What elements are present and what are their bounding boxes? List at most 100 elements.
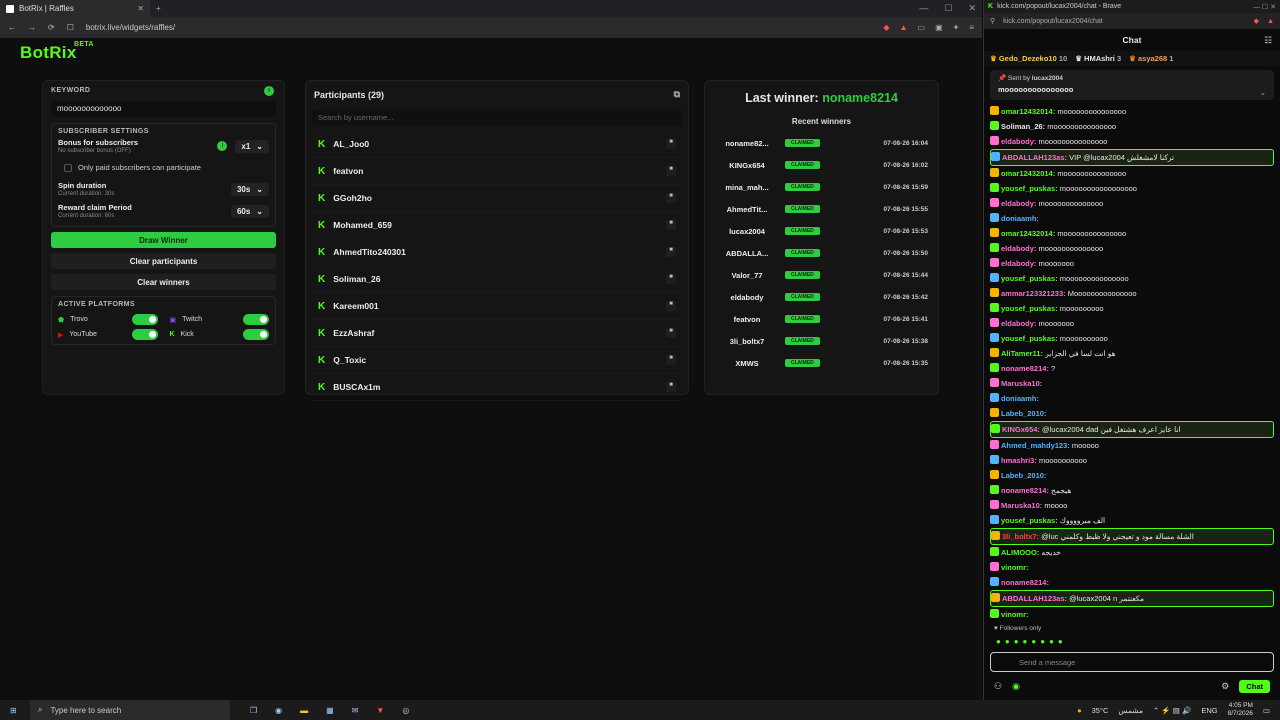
chat-message[interactable]: ABDALLAH123as: VIP @lucax2004 تركنا لامش… xyxy=(990,149,1274,166)
trash-icon[interactable]: ■ xyxy=(666,247,676,257)
chat-username[interactable]: ABDALLAH123as: xyxy=(1002,153,1067,162)
trash-icon[interactable]: ■ xyxy=(666,139,676,149)
chat-message[interactable]: eldabody: moooooooooooooo xyxy=(990,196,1274,211)
chat-message[interactable]: noname8214: ? xyxy=(990,361,1274,376)
draw-winner-button[interactable]: Draw Winner xyxy=(51,232,276,248)
mail-icon[interactable]: ✉ xyxy=(352,706,359,715)
task-view-icon[interactable]: ❐ xyxy=(250,706,257,715)
chat-message[interactable]: yousef_puskas: الف مبرووووك xyxy=(990,513,1274,528)
kick-toggle[interactable] xyxy=(243,329,269,340)
chat-message[interactable]: eldabody: mooooooooooooooo xyxy=(990,134,1274,149)
chat-username[interactable]: AliTamer11: xyxy=(1001,349,1043,358)
wallet-icon[interactable]: ▣ xyxy=(935,23,943,32)
brave-shield-icon[interactable]: ◆ xyxy=(883,23,889,32)
chat-message[interactable]: hmashri3: moooooooooo xyxy=(990,453,1274,468)
chat-message[interactable]: Maruska10: moooo xyxy=(990,498,1274,513)
chat-username[interactable]: vinomr: xyxy=(1001,563,1029,572)
chat-username[interactable]: omar12432014: xyxy=(1001,107,1055,116)
chat-username[interactable]: Labeb_2010: xyxy=(1001,471,1046,480)
bonus-info-icon[interactable]: i xyxy=(217,141,228,151)
users-icon[interactable]: ☷ xyxy=(1264,35,1272,46)
chat-username[interactable]: doniaamh: xyxy=(1001,394,1039,403)
chat-message[interactable]: Soliman_26: mooooooooooooooo xyxy=(990,119,1274,134)
points-icon[interactable]: ⚇ xyxy=(994,681,1002,692)
reload-icon[interactable]: ⟳ xyxy=(48,23,55,32)
minimize-icon[interactable]: — xyxy=(919,3,928,14)
forward-icon[interactable]: → xyxy=(28,23,36,32)
gifter-2[interactable]: ♛ HMAshri 3 xyxy=(1075,54,1121,63)
chat-username[interactable]: yousef_puskas: xyxy=(1001,184,1058,193)
weather-icon[interactable]: ● xyxy=(1077,706,1082,715)
chat-username[interactable]: eldabody: xyxy=(1001,259,1036,268)
chat-username[interactable]: eldabody: xyxy=(1001,137,1036,146)
sidebar-icon[interactable]: ▭ xyxy=(918,23,926,32)
chat-message[interactable]: omar12432014: mooooooooooooooo xyxy=(990,104,1274,119)
reward-select[interactable]: 60s ⌄ xyxy=(230,204,269,218)
chat-message[interactable]: Labeb_2010: xyxy=(990,406,1274,421)
chat-username[interactable]: ABDALLAH123as: xyxy=(1002,594,1067,603)
tab-botrix-raffles[interactable]: BotRix | Raffles ✕ xyxy=(0,0,150,17)
chat-username[interactable]: doniaamh: xyxy=(1001,214,1039,223)
brave-icon[interactable]: ▼ xyxy=(376,706,384,715)
chat-username[interactable]: eldabody: xyxy=(1001,319,1036,328)
chat-message[interactable]: Maruska10: xyxy=(990,376,1274,391)
chat-message[interactable]: ammar123321233: Mooooooooooooooo xyxy=(990,286,1274,301)
chat-message[interactable]: yousef_puskas: moooooooooo xyxy=(990,331,1274,346)
emote-icon[interactable]: ● xyxy=(1040,637,1045,646)
chat-message[interactable]: Ahmed_mahdy123: mooooo xyxy=(990,438,1274,453)
trash-icon[interactable]: ■ xyxy=(666,220,676,230)
chat-message[interactable]: 3li_boltx7: @luc الشلة مسالة مود و تعيجن… xyxy=(990,528,1274,545)
file-explorer-icon[interactable]: ▬ xyxy=(300,706,308,715)
chat-username[interactable]: hmashri3: xyxy=(1001,456,1037,465)
chat-message[interactable]: vinomr: xyxy=(990,560,1274,575)
chat-message[interactable]: ALIMOOO: خديجه xyxy=(990,545,1274,560)
info-icon[interactable]: i xyxy=(264,86,274,96)
chat-window-controls[interactable]: — ☐ ✕ xyxy=(1253,3,1276,11)
chat-message[interactable]: eldabody: mooooooo xyxy=(990,316,1274,331)
clock[interactable]: 4:05 PM 8/7/2026 xyxy=(1228,702,1253,718)
new-tab-icon[interactable]: + xyxy=(156,4,161,13)
store-icon[interactable]: ▦ xyxy=(326,706,334,715)
chat-username[interactable]: vinomr: xyxy=(1001,610,1029,619)
chat-message[interactable]: doniaamh: xyxy=(990,391,1274,406)
chat-username[interactable]: Labeb_2010: xyxy=(1001,409,1046,418)
chat-username[interactable]: noname8214: xyxy=(1001,364,1049,373)
chat-message[interactable]: doniaamh: xyxy=(990,211,1274,226)
emote-icon[interactable]: ● xyxy=(1023,637,1028,646)
chat-username[interactable]: ammar123321233: xyxy=(1001,289,1066,298)
botrix-logo[interactable]: BotRix BETA xyxy=(20,41,93,63)
chat-username[interactable]: Maruska10: xyxy=(1001,379,1042,388)
chat-url[interactable]: kick.com/popout/lucax2004/chat xyxy=(1003,18,1103,25)
chat-message[interactable]: yousef_puskas: mooooooooo xyxy=(990,301,1274,316)
chat-message[interactable]: yousef_puskas: mooooooooooooooo xyxy=(990,271,1274,286)
chat-message[interactable]: omar12432014: mooooooooooooooo xyxy=(990,166,1274,181)
language-indicator[interactable]: ENG xyxy=(1201,706,1217,715)
emote-icon[interactable]: ● xyxy=(1014,637,1019,646)
copy-icon[interactable]: ⧉ xyxy=(674,89,680,100)
chat-message[interactable]: AliTamer11: هو انت لسا في الجزاير xyxy=(990,346,1274,361)
notifications-icon[interactable]: ▭ xyxy=(1263,706,1270,715)
chat-message[interactable]: omar12432014: mooooooooooooooo xyxy=(990,226,1274,241)
emote-icon[interactable]: ● xyxy=(1049,637,1054,646)
chat-message[interactable]: noname8214: هيجمج xyxy=(990,483,1274,498)
participant-search-input[interactable]: Search by username... xyxy=(312,109,682,125)
chat-username[interactable]: eldabody: xyxy=(1001,199,1036,208)
youtube-toggle[interactable] xyxy=(131,329,158,340)
chat-username[interactable]: omar12432014: xyxy=(1001,169,1055,178)
edge-icon[interactable]: ◉ xyxy=(275,706,282,715)
trash-icon[interactable]: ■ xyxy=(666,328,676,338)
extensions-icon[interactable]: ✦ xyxy=(953,23,960,32)
send-chat-button[interactable]: Chat xyxy=(1239,680,1270,693)
chat-message[interactable]: yousef_puskas: mooooooooooooooooo xyxy=(990,181,1274,196)
rewards-icon[interactable]: ▲ xyxy=(900,23,908,32)
close-window-icon[interactable]: ✕ xyxy=(968,3,976,14)
clear-participants-button[interactable]: Clear participants xyxy=(51,253,276,269)
chat-username[interactable]: ALIMOOO: xyxy=(1001,548,1039,557)
chevron-down-icon[interactable]: ⌄ xyxy=(1260,88,1266,97)
chat-message[interactable]: ABDALLAH123as: @lucax2004 n مكعنتمر xyxy=(990,590,1274,607)
chat-username[interactable]: Maruska10: xyxy=(1001,501,1042,510)
trash-icon[interactable]: ■ xyxy=(666,274,676,284)
bookmark-icon[interactable]: ☐ xyxy=(67,23,74,32)
chat-username[interactable]: eldabody: xyxy=(1001,244,1036,253)
trovo-toggle[interactable] xyxy=(131,314,158,325)
